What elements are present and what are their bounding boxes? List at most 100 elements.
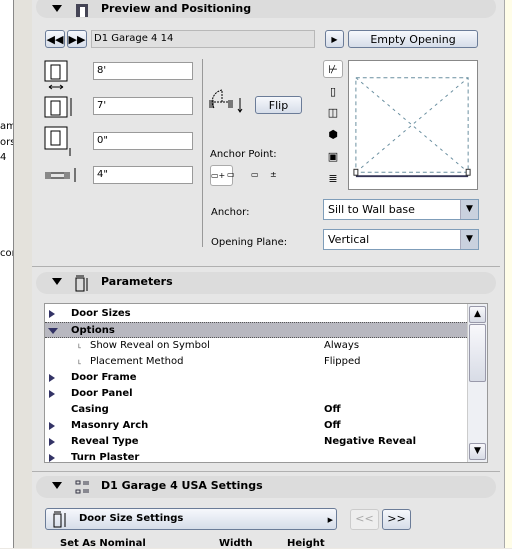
divider [32, 266, 500, 267]
parameter-name: Show Reveal on Symbol [90, 340, 210, 351]
collapse-triangle-icon[interactable] [48, 328, 58, 334]
left-fragment: am [0, 121, 13, 132]
collapse-triangle-icon[interactable] [52, 5, 62, 12]
expand-triangle-icon[interactable] [49, 422, 55, 430]
door-preview [348, 60, 478, 190]
expand-triangle-icon[interactable] [49, 438, 55, 446]
parameter-value[interactable]: Negative Reveal [324, 434, 416, 450]
previous-page-button[interactable]: << [350, 509, 379, 530]
width-icon [44, 60, 68, 90]
column-set-as-nominal: Set As Nominal [60, 538, 146, 549]
parameter-name: Door Sizes [71, 308, 131, 319]
scrollbar[interactable]: ▲ ▼ [467, 304, 487, 462]
chevron-down-icon[interactable]: ▼ [460, 200, 478, 219]
anchor-value: Sill to Wall base [328, 203, 415, 216]
parameter-name: Placement Method [90, 356, 184, 367]
expand-triangle-icon[interactable] [49, 390, 55, 398]
scroll-up-button[interactable]: ▲ [469, 306, 486, 323]
preview-section-header[interactable]: Preview and Positioning [36, 0, 496, 18]
sill-height-input[interactable]: 0" [93, 132, 193, 150]
section-view-icon[interactable]: ▣ [323, 148, 343, 166]
door-dimension-icon [53, 511, 66, 528]
chevron-down-icon[interactable]: ▼ [460, 230, 478, 249]
list-view-icon[interactable]: ≣ [323, 170, 343, 188]
parameter-row[interactable]: Casing Off [45, 402, 467, 418]
scroll-thumb[interactable] [469, 324, 486, 382]
anchor-point-option-3[interactable]: ▭ [251, 170, 259, 179]
expand-arrow-button[interactable]: ▶ [325, 30, 344, 48]
width-input[interactable]: 8' [93, 62, 193, 80]
page-select-button[interactable]: Door Size Settings ▶ [45, 508, 337, 530]
parameters-list[interactable]: Turn Plaster Reveal Type Negative Reveal Ma… [44, 303, 488, 463]
parameter-row[interactable]: Reveal Type Negative Reveal [45, 434, 467, 450]
parameter-row[interactable]: Masonry Arch Off [45, 418, 467, 434]
section-title: Preview and Positioning [101, 2, 252, 15]
empty-opening-button[interactable]: Empty Opening [348, 30, 478, 48]
side-view-icon[interactable]: ◫ [323, 104, 343, 122]
parameter-row[interactable]: Turn Plaster [45, 450, 467, 463]
parameters-section-header[interactable]: Parameters [36, 272, 496, 294]
left-pane: am ors 4 cor [0, 0, 14, 548]
anchor-label: Anchor: [211, 207, 250, 218]
parameter-value[interactable]: Flipped [324, 354, 361, 370]
left-fragment: ors [0, 137, 13, 148]
gutter [14, 0, 32, 548]
column-width: Width [219, 538, 253, 549]
expand-triangle-icon[interactable] [49, 454, 55, 462]
parameter-row[interactable]: ˪ Show Reveal on Symbol Always [45, 338, 467, 354]
parameter-value[interactable]: Off [324, 402, 341, 418]
settings-list-icon [75, 480, 89, 494]
parameter-row[interactable]: Door Sizes [45, 306, 467, 322]
elevation-view-icon[interactable]: ▯ [323, 83, 343, 101]
parameter-value[interactable]: Off [324, 418, 341, 434]
previous-object-button[interactable]: ◀◀ [45, 30, 65, 48]
expand-triangle-icon[interactable] [49, 374, 55, 382]
scroll-down-button[interactable]: ▼ [469, 443, 486, 460]
anchor-select[interactable]: Sill to Wall base ▼ [323, 199, 479, 220]
tree-line-icon: ˪ [78, 356, 82, 367]
collapse-triangle-icon[interactable] [52, 482, 62, 489]
door-dimension-icon [75, 275, 88, 292]
collapse-triangle-icon[interactable] [52, 278, 62, 285]
section-title: D1 Garage 4 USA Settings [101, 479, 263, 492]
parameter-row[interactable]: Door Panel [45, 386, 467, 402]
plan-view-icon[interactable]: ⊬ [323, 60, 343, 78]
anchor-point-label: Anchor Point: [210, 149, 277, 160]
divider [32, 471, 500, 472]
parameter-name: Casing [71, 404, 109, 415]
next-page-button[interactable]: >> [382, 509, 411, 530]
parameter-row[interactable]: Options [45, 322, 467, 338]
page-label: Door Size Settings [79, 513, 184, 524]
parameter-name: Reveal Type [71, 436, 139, 447]
height-input[interactable]: 7' [93, 97, 193, 115]
door-swing-icon [209, 89, 243, 113]
3d-view-icon[interactable]: ⬢ [323, 126, 343, 144]
column-height: Height [287, 538, 325, 549]
reveal-depth-icon [45, 168, 76, 182]
object-name-field[interactable]: D1 Garage 4 14 [91, 30, 315, 48]
flip-button[interactable]: Flip [255, 96, 302, 114]
sill-height-icon [44, 126, 71, 156]
opening-plane-label: Opening Plane: [211, 237, 288, 248]
reveal-depth-input[interactable]: 4" [93, 166, 193, 184]
section-title: Parameters [101, 275, 173, 288]
parameter-row[interactable]: ˪ Placement Method Flipped [45, 354, 467, 370]
parameter-name: Turn Plaster [71, 452, 140, 463]
opening-plane-select[interactable]: Vertical ▼ [323, 229, 479, 250]
parameter-name: Door Panel [71, 388, 133, 399]
parameter-row[interactable]: Door Frame [45, 370, 467, 386]
left-fragment: cor [0, 248, 13, 259]
divider [202, 59, 203, 247]
parameter-name: Options [71, 325, 115, 336]
parameter-name: Masonry Arch [71, 420, 149, 431]
parameter-value[interactable]: Always [324, 338, 359, 354]
right-edge [504, 0, 512, 548]
anchor-point-option-4[interactable]: ± [270, 170, 277, 179]
anchor-point-option-2[interactable]: ▭ [227, 170, 235, 179]
next-object-button[interactable]: ▶▶ [67, 30, 87, 48]
expand-triangle-icon[interactable] [49, 310, 55, 318]
settings-section-header[interactable]: D1 Garage 4 USA Settings [36, 476, 496, 498]
door-3d-icon [76, 4, 88, 17]
height-icon [44, 96, 72, 118]
tree-line-icon: ˪ [78, 340, 82, 351]
